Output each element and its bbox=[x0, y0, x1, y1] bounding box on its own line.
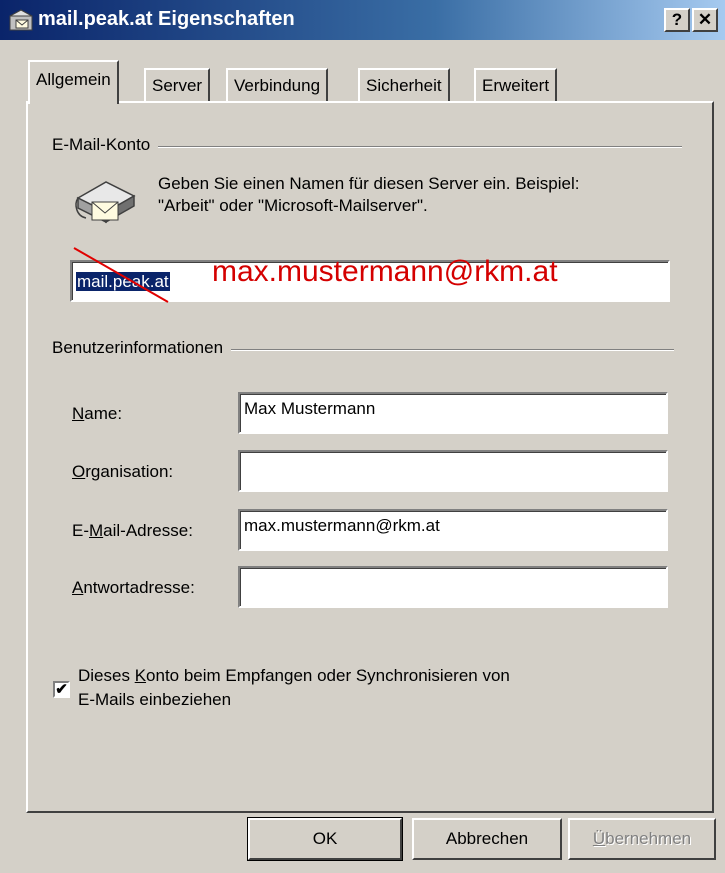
tab-erweitert[interactable]: Erweitert bbox=[474, 68, 558, 102]
apply-button[interactable]: Übernehmen bbox=[568, 818, 716, 860]
tab-allgemein[interactable]: Allgemein bbox=[28, 60, 119, 104]
account-hint-line1: Geben Sie einen Namen für diesen Server … bbox=[158, 174, 580, 193]
email-annotation: max.mustermann@rkm.at bbox=[212, 255, 558, 288]
mail-server-icon bbox=[75, 181, 136, 224]
reply-address-input[interactable] bbox=[238, 566, 668, 608]
include-account-label[interactable]: Dieses Konto beim Empfangen oder Synchro… bbox=[78, 664, 510, 712]
cancel-button[interactable]: Abbrechen bbox=[412, 818, 562, 860]
help-button[interactable]: ? bbox=[664, 8, 690, 32]
email-input[interactable]: max.mustermann@rkm.at bbox=[238, 509, 668, 551]
organisation-input[interactable] bbox=[238, 450, 668, 492]
ok-button[interactable]: OK bbox=[247, 817, 403, 861]
email-label: E-Mail-Adresse: bbox=[72, 521, 193, 540]
tab-sicherheit[interactable]: Sicherheit bbox=[358, 68, 450, 102]
name-input[interactable]: Max Mustermann bbox=[238, 392, 668, 434]
organisation-label: Organisation: bbox=[72, 462, 174, 481]
account-group-label: E-Mail-Konto bbox=[52, 135, 159, 155]
window-title: mail.peak.at Eigenschaften bbox=[38, 8, 295, 30]
tab-server[interactable]: Server bbox=[144, 68, 211, 102]
title-bar[interactable]: mail.peak.at Eigenschaften ? ✕ bbox=[0, 0, 725, 40]
account-name-selected-text: mail.peak.at bbox=[76, 272, 170, 291]
include-account-checkbox[interactable]: ✔ bbox=[53, 681, 70, 698]
tab-verbindung[interactable]: Verbindung bbox=[226, 68, 329, 102]
userinfo-group-label: Benutzerinformationen bbox=[52, 338, 232, 358]
name-label: Name: bbox=[72, 404, 123, 423]
reply-address-label: Antwortadresse: bbox=[72, 578, 195, 597]
account-properties-icon bbox=[9, 9, 33, 31]
account-hint-line2: "Arbeit" oder "Microsoft-Mailserver". bbox=[158, 196, 428, 215]
account-hint: Geben Sie einen Namen für diesen Server … bbox=[158, 173, 698, 217]
close-button[interactable]: ✕ bbox=[692, 8, 718, 32]
